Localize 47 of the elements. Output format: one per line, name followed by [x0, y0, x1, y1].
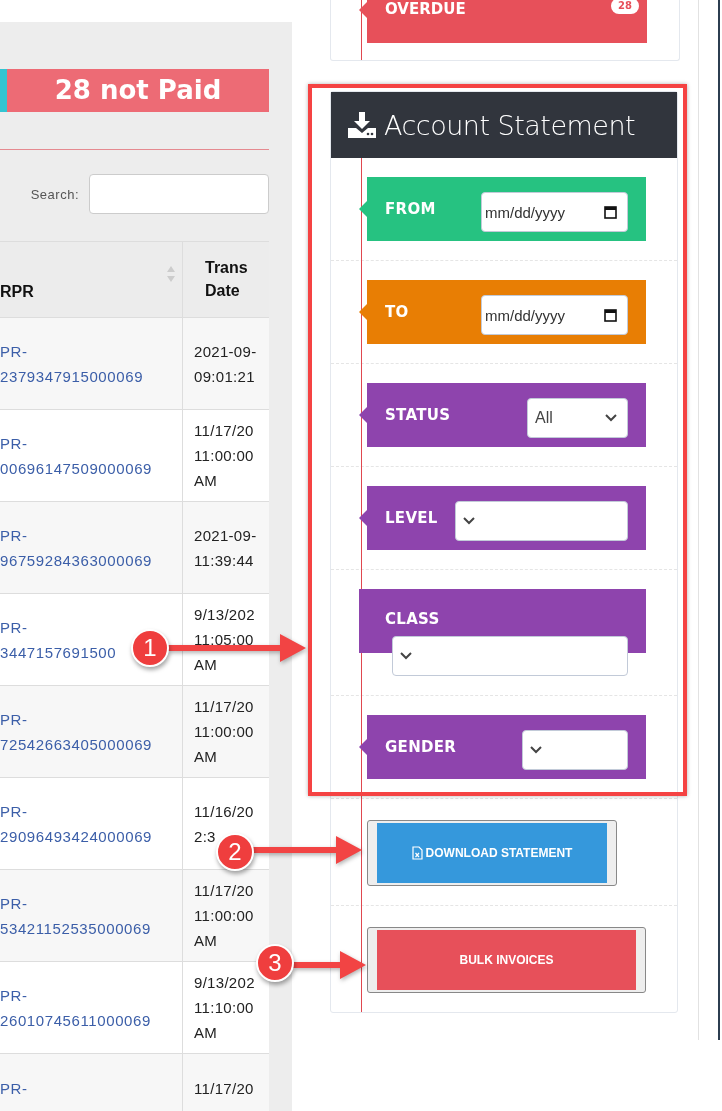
chevron-icon [605, 414, 617, 422]
chevron-icon [530, 746, 542, 754]
chevron-icon [400, 652, 412, 660]
column-header[interactable]: RPR [0, 242, 182, 317]
date-cell-text: 11/17/20 [194, 1079, 254, 1099]
date-cell-text: 11/17/20 11:00:00 AM [194, 421, 254, 491]
date-field[interactable]: mm/dd/yyyy [481, 295, 628, 335]
date-cell-text: 2021-09- 11:39:44 [194, 525, 257, 571]
transaction-link[interactable]: PR- 53421152535000069 [0, 890, 151, 941]
date-field[interactable]: mm/dd/yyyy [481, 192, 628, 232]
transaction-link[interactable]: PR- 3447157691500 [0, 614, 117, 665]
select-field[interactable]: All [527, 398, 628, 438]
select-field[interactable] [455, 501, 628, 541]
transaction-link[interactable]: PR- [0, 1076, 28, 1101]
filter-label: TO [385, 303, 409, 321]
transaction-link[interactable]: PR- 26010745611000069 [0, 982, 151, 1033]
search-field[interactable] [89, 174, 269, 214]
date-cell-text: 9/13/202 11:05:00 AM [194, 605, 255, 675]
select-field[interactable] [522, 730, 628, 770]
search-label: Search: [30, 186, 79, 202]
select-field[interactable] [392, 636, 628, 676]
bulk-invoices-button[interactable]: BULK INVOICES [367, 927, 646, 993]
filter-label: LEVEL [385, 509, 438, 527]
transaction-link[interactable]: PR- 72542663405000069 [0, 706, 153, 757]
transaction-link[interactable]: PR- 29096493424000069 [0, 798, 153, 849]
paid-segment [0, 69, 7, 112]
statement-title: Account Statement [384, 109, 636, 141]
count-badge: 28 [611, 0, 639, 14]
download-icon [348, 112, 376, 138]
transaction-link[interactable]: PR- 00696147509000069 [0, 430, 153, 481]
calendar-icon [604, 205, 617, 219]
transaction-link[interactable]: PR- 96759284363000069 [0, 522, 153, 573]
transaction-link[interactable]: PR- 2379347915000069 [0, 338, 144, 389]
overdue-label: OVERDUE [385, 0, 466, 20]
filter-label: STATUS [385, 406, 451, 424]
overdue-tile[interactable]: OVERDUE 28 [359, 0, 647, 43]
date-cell-text: 2021-09- 09:01:21 [194, 341, 257, 387]
date-cell-text: 9/13/202 11:10:00 AM [194, 973, 255, 1043]
calendar-icon [604, 308, 617, 322]
file-icon [411, 846, 423, 860]
chevron-icon [463, 517, 475, 525]
date-cell-text: 11/17/20 11:00:00 AM [194, 697, 254, 767]
filter-label: GENDER [385, 738, 457, 756]
filter-label: CLASS [385, 610, 440, 628]
filter-label: FROM [385, 200, 436, 218]
not-paid-badge: 28 not Paid [7, 69, 269, 112]
date-cell-text: 11/17/20 11:00:00 AM [194, 881, 254, 951]
